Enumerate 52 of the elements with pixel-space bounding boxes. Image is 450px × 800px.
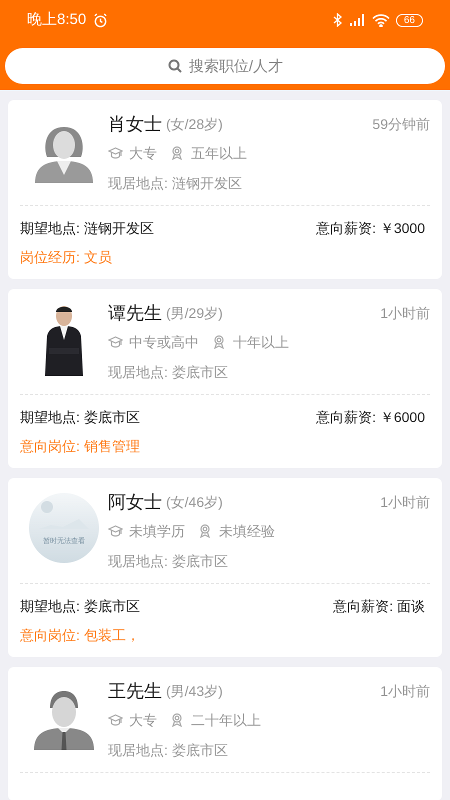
education-level: 大专 [129, 710, 157, 730]
candidate-info: (女/46岁) [166, 492, 223, 512]
posted-time: 1小时前 [380, 682, 430, 700]
expected-location: 期望地点: 娄底市区 [20, 408, 140, 426]
candidate-name: 肖女士 [108, 112, 162, 136]
candidate-card[interactable]: 谭先生 (男/29岁) 1小时前 中专或高中 十年以上 现居地点: 娄底市区 期望地点: 娄底市区 意向薪资: ￥6000 意向岗位: 销售管理 [8, 289, 442, 468]
search-field[interactable]: 搜索职位/人才 [5, 48, 445, 84]
current-location: 现居地点: 娄底市区 [108, 364, 228, 380]
posted-time: 59分钟前 [372, 114, 430, 134]
candidate-info: (男/29岁) [166, 304, 223, 323]
work-experience: 未填经验 [219, 522, 275, 540]
award-ribbon-icon [171, 713, 183, 727]
candidate-info: (男/43岁) [166, 682, 223, 701]
education-level: 未填学历 [129, 522, 185, 540]
bluetooth-icon [332, 13, 342, 27]
posted-time: 1小时前 [380, 304, 430, 322]
work-experience: 二十年以上 [191, 710, 261, 730]
alarm-icon [93, 12, 108, 28]
posted-time: 1小时前 [380, 492, 430, 512]
award-ribbon-icon [171, 146, 183, 160]
expected-salary: 意向薪资: 面谈 [333, 596, 425, 616]
expected-salary: 意向薪资: ￥6000 [316, 408, 425, 426]
work-experience: 五年以上 [191, 144, 247, 162]
status-time: 晚上8:50 [27, 10, 86, 30]
education-level: 大专 [129, 144, 157, 162]
current-location: 现居地点: 涟钢开发区 [108, 175, 242, 191]
job-position: 岗位经历: 文员 [20, 248, 113, 267]
battery-indicator: 66 [396, 14, 423, 26]
signal-icon [350, 14, 366, 26]
work-experience: 十年以上 [233, 332, 289, 352]
graduation-cap-icon [108, 714, 123, 726]
expected-location: 期望地点: 娄底市区 [20, 596, 140, 616]
candidate-name: 阿女士 [108, 490, 162, 514]
graduation-cap-icon [108, 146, 123, 160]
candidate-name: 王先生 [108, 680, 162, 702]
candidate-name: 谭先生 [108, 302, 162, 324]
wifi-icon [372, 14, 390, 26]
award-ribbon-icon [213, 335, 225, 349]
job-position: 意向岗位: 包装工， [20, 626, 141, 645]
current-location: 现居地点: 娄底市区 [108, 553, 228, 569]
expected-location: 期望地点: 涟钢开发区 [20, 218, 154, 238]
current-location: 现居地点: 娄底市区 [108, 742, 228, 758]
graduation-cap-icon [108, 336, 123, 348]
candidate-card[interactable]: 王先生 (男/43岁) 1小时前 大专 二十年以上 现居地点: 娄底市区 [8, 667, 442, 800]
graduation-cap-icon [108, 524, 123, 538]
candidate-info: (女/28岁) [166, 114, 223, 134]
award-ribbon-icon [199, 524, 211, 538]
education-level: 中专或高中 [129, 332, 199, 352]
candidate-card[interactable]: 肖女士 (女/28岁) 59分钟前 大专 五年以上 现居地点: 涟钢开发区 期望地点: 涟钢开发区 意向薪资: ￥3000 岗位经历: 文员 [8, 100, 442, 279]
expected-salary: 意向薪资: ￥3000 [316, 218, 425, 238]
search-icon [168, 59, 182, 73]
job-position: 意向岗位: 销售管理 [20, 437, 141, 456]
